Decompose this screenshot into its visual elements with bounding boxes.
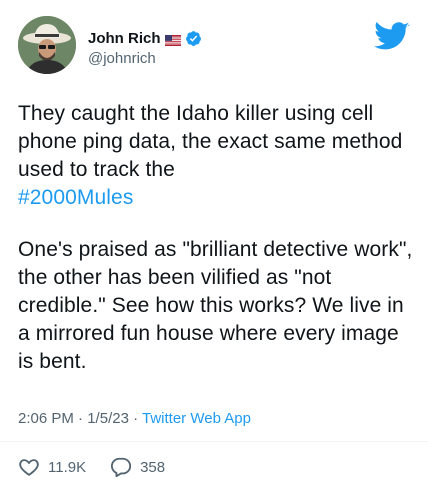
reply-button[interactable]: 358 (110, 456, 165, 478)
us-flag-icon (164, 33, 181, 46)
tweet-text-1: They caught the Idaho killer using cell … (18, 102, 403, 181)
meta-separator: · (128, 410, 142, 427)
tweet-card: John Rich @johnrich They caught the Idah… (0, 0, 428, 500)
tweet-header: John Rich @johnrich (18, 14, 414, 78)
tweet-actions: 11.9K 358 (18, 456, 181, 478)
hashtag-link[interactable]: #2000Mules (18, 186, 133, 209)
tweet-time[interactable]: 2:06 PM (18, 410, 74, 427)
display-name[interactable]: John Rich (88, 30, 161, 47)
user-info: John Rich @johnrich (88, 28, 202, 67)
tweet-paragraph-1: They caught the Idaho killer using cell … (18, 100, 414, 212)
tweet-date[interactable]: 1/5/23 (87, 410, 129, 427)
reply-count: 358 (140, 458, 166, 476)
reply-bubble-icon (110, 456, 132, 478)
user-handle[interactable]: @johnrich (88, 50, 202, 67)
heart-icon (18, 456, 40, 478)
name-row: John Rich (88, 28, 202, 48)
tweet-meta: 2:06 PM · 1/5/23 · Twitter Web App (18, 410, 251, 427)
tweet-source[interactable]: Twitter Web App (142, 410, 251, 427)
meta-separator: · (73, 410, 88, 427)
tweet-paragraph-2: One's praised as "brilliant detective wo… (18, 238, 413, 373)
like-count: 11.9K (48, 458, 87, 476)
like-button[interactable]: 11.9K (18, 456, 86, 478)
twitter-bird-icon (374, 22, 410, 52)
verified-badge-icon (185, 30, 202, 47)
divider (0, 441, 428, 442)
avatar[interactable] (18, 16, 76, 74)
